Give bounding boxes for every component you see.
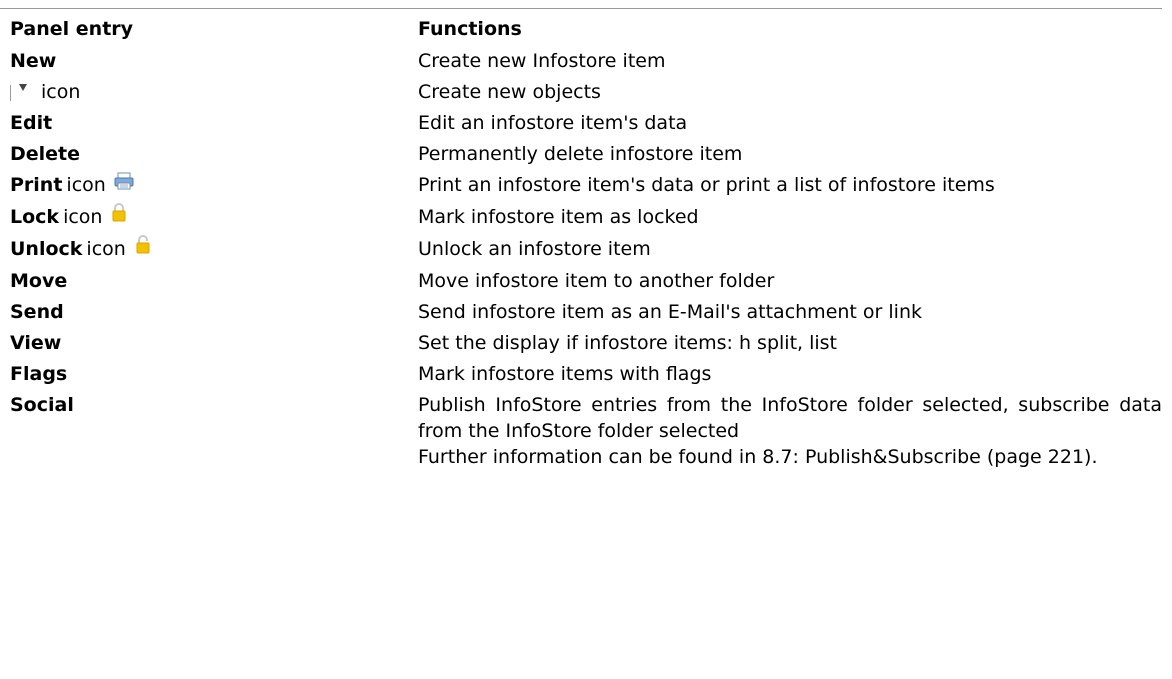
header-panel-entry: Panel entry (10, 18, 134, 40)
entry-print-label: Print (10, 174, 63, 196)
entry-unlock: Unlock icon (0, 234, 408, 268)
entry-unlock-label: Unlock (10, 237, 83, 260)
top-rule (0, 8, 1162, 9)
function-delete: Permanently delete infostore item (418, 143, 743, 165)
entry-edit: Edit (10, 112, 53, 134)
function-unlock: Unlock an infostore item (418, 237, 651, 260)
table-row: Lock icon Mark infostore item as locked (0, 202, 1162, 236)
entry-print: Print icon (0, 172, 408, 204)
entry-unlock-icon-word: icon (86, 237, 126, 260)
page: Panel entry Functions New Create new Inf… (0, 0, 1172, 679)
function-social-reference: Further information can be found in 8.7:… (418, 445, 1098, 468)
padlock-open-icon (136, 234, 150, 261)
entry-lock: Lock icon (0, 202, 408, 236)
entry-print-icon-word: icon (66, 174, 106, 196)
table-row: Flags Mark infostore items with flags (0, 361, 1162, 392)
entry-dropdown-label: icon (41, 81, 81, 103)
entry-new: New (10, 50, 57, 72)
function-move: Move infostore item to another folder (418, 269, 775, 292)
entry-send: Send (10, 300, 64, 323)
function-new: Create new Infostore item (418, 50, 666, 72)
entry-social: Social (10, 393, 74, 416)
table-row: Edit Edit an infostore item's data (0, 110, 1162, 141)
panel-functions-table: Panel entry Functions New Create new Inf… (0, 15, 1162, 475)
function-social-text: Publish InfoStore entries from the InfoS… (418, 393, 1162, 442)
function-lock: Mark infostore item as locked (418, 205, 699, 228)
function-social: Publish InfoStore entries from the InfoS… (408, 392, 1162, 475)
function-flags: Mark infostore items with flags (418, 362, 712, 385)
function-edit: Edit an infostore item's data (418, 112, 688, 134)
table-row: Delete Permanently delete infostore item (0, 141, 1162, 172)
entry-dropdown: icon (0, 79, 408, 110)
entry-move: Move (10, 269, 68, 292)
table-row: New Create new Infostore item (0, 48, 1162, 79)
table-row: Print icon Print an infostore item's data… (0, 172, 1162, 204)
table-row: Social Publish InfoStore entries from th… (0, 392, 1162, 475)
entry-view: View (10, 331, 62, 354)
table-row: icon Create new objects (0, 79, 1162, 110)
entry-lock-label: Lock (10, 205, 60, 228)
dropdown-triangle-icon (19, 84, 27, 91)
header-functions: Functions (418, 18, 522, 40)
table-row: Unlock icon Unlock an infostore item (0, 234, 1162, 268)
table-row: View Set the display if infostore items:… (0, 330, 1162, 361)
printer-icon (114, 171, 134, 197)
entry-lock-icon-word: icon (63, 205, 103, 228)
entry-flags: Flags (10, 362, 68, 385)
function-send: Send infostore item as an E-Mail's attac… (418, 300, 922, 323)
padlock-closed-icon (112, 202, 126, 229)
table-row: Move Move infostore item to another fold… (0, 268, 1162, 299)
separator-line (10, 84, 11, 101)
function-print: Print an infostore item's data or print … (418, 174, 995, 196)
function-dropdown: Create new objects (418, 81, 601, 103)
table-header-row: Panel entry Functions (0, 15, 1162, 48)
entry-delete: Delete (10, 143, 81, 165)
function-view: Set the display if infostore items: h sp… (418, 331, 838, 354)
table-row: Send Send infostore item as an E-Mail's … (0, 299, 1162, 330)
